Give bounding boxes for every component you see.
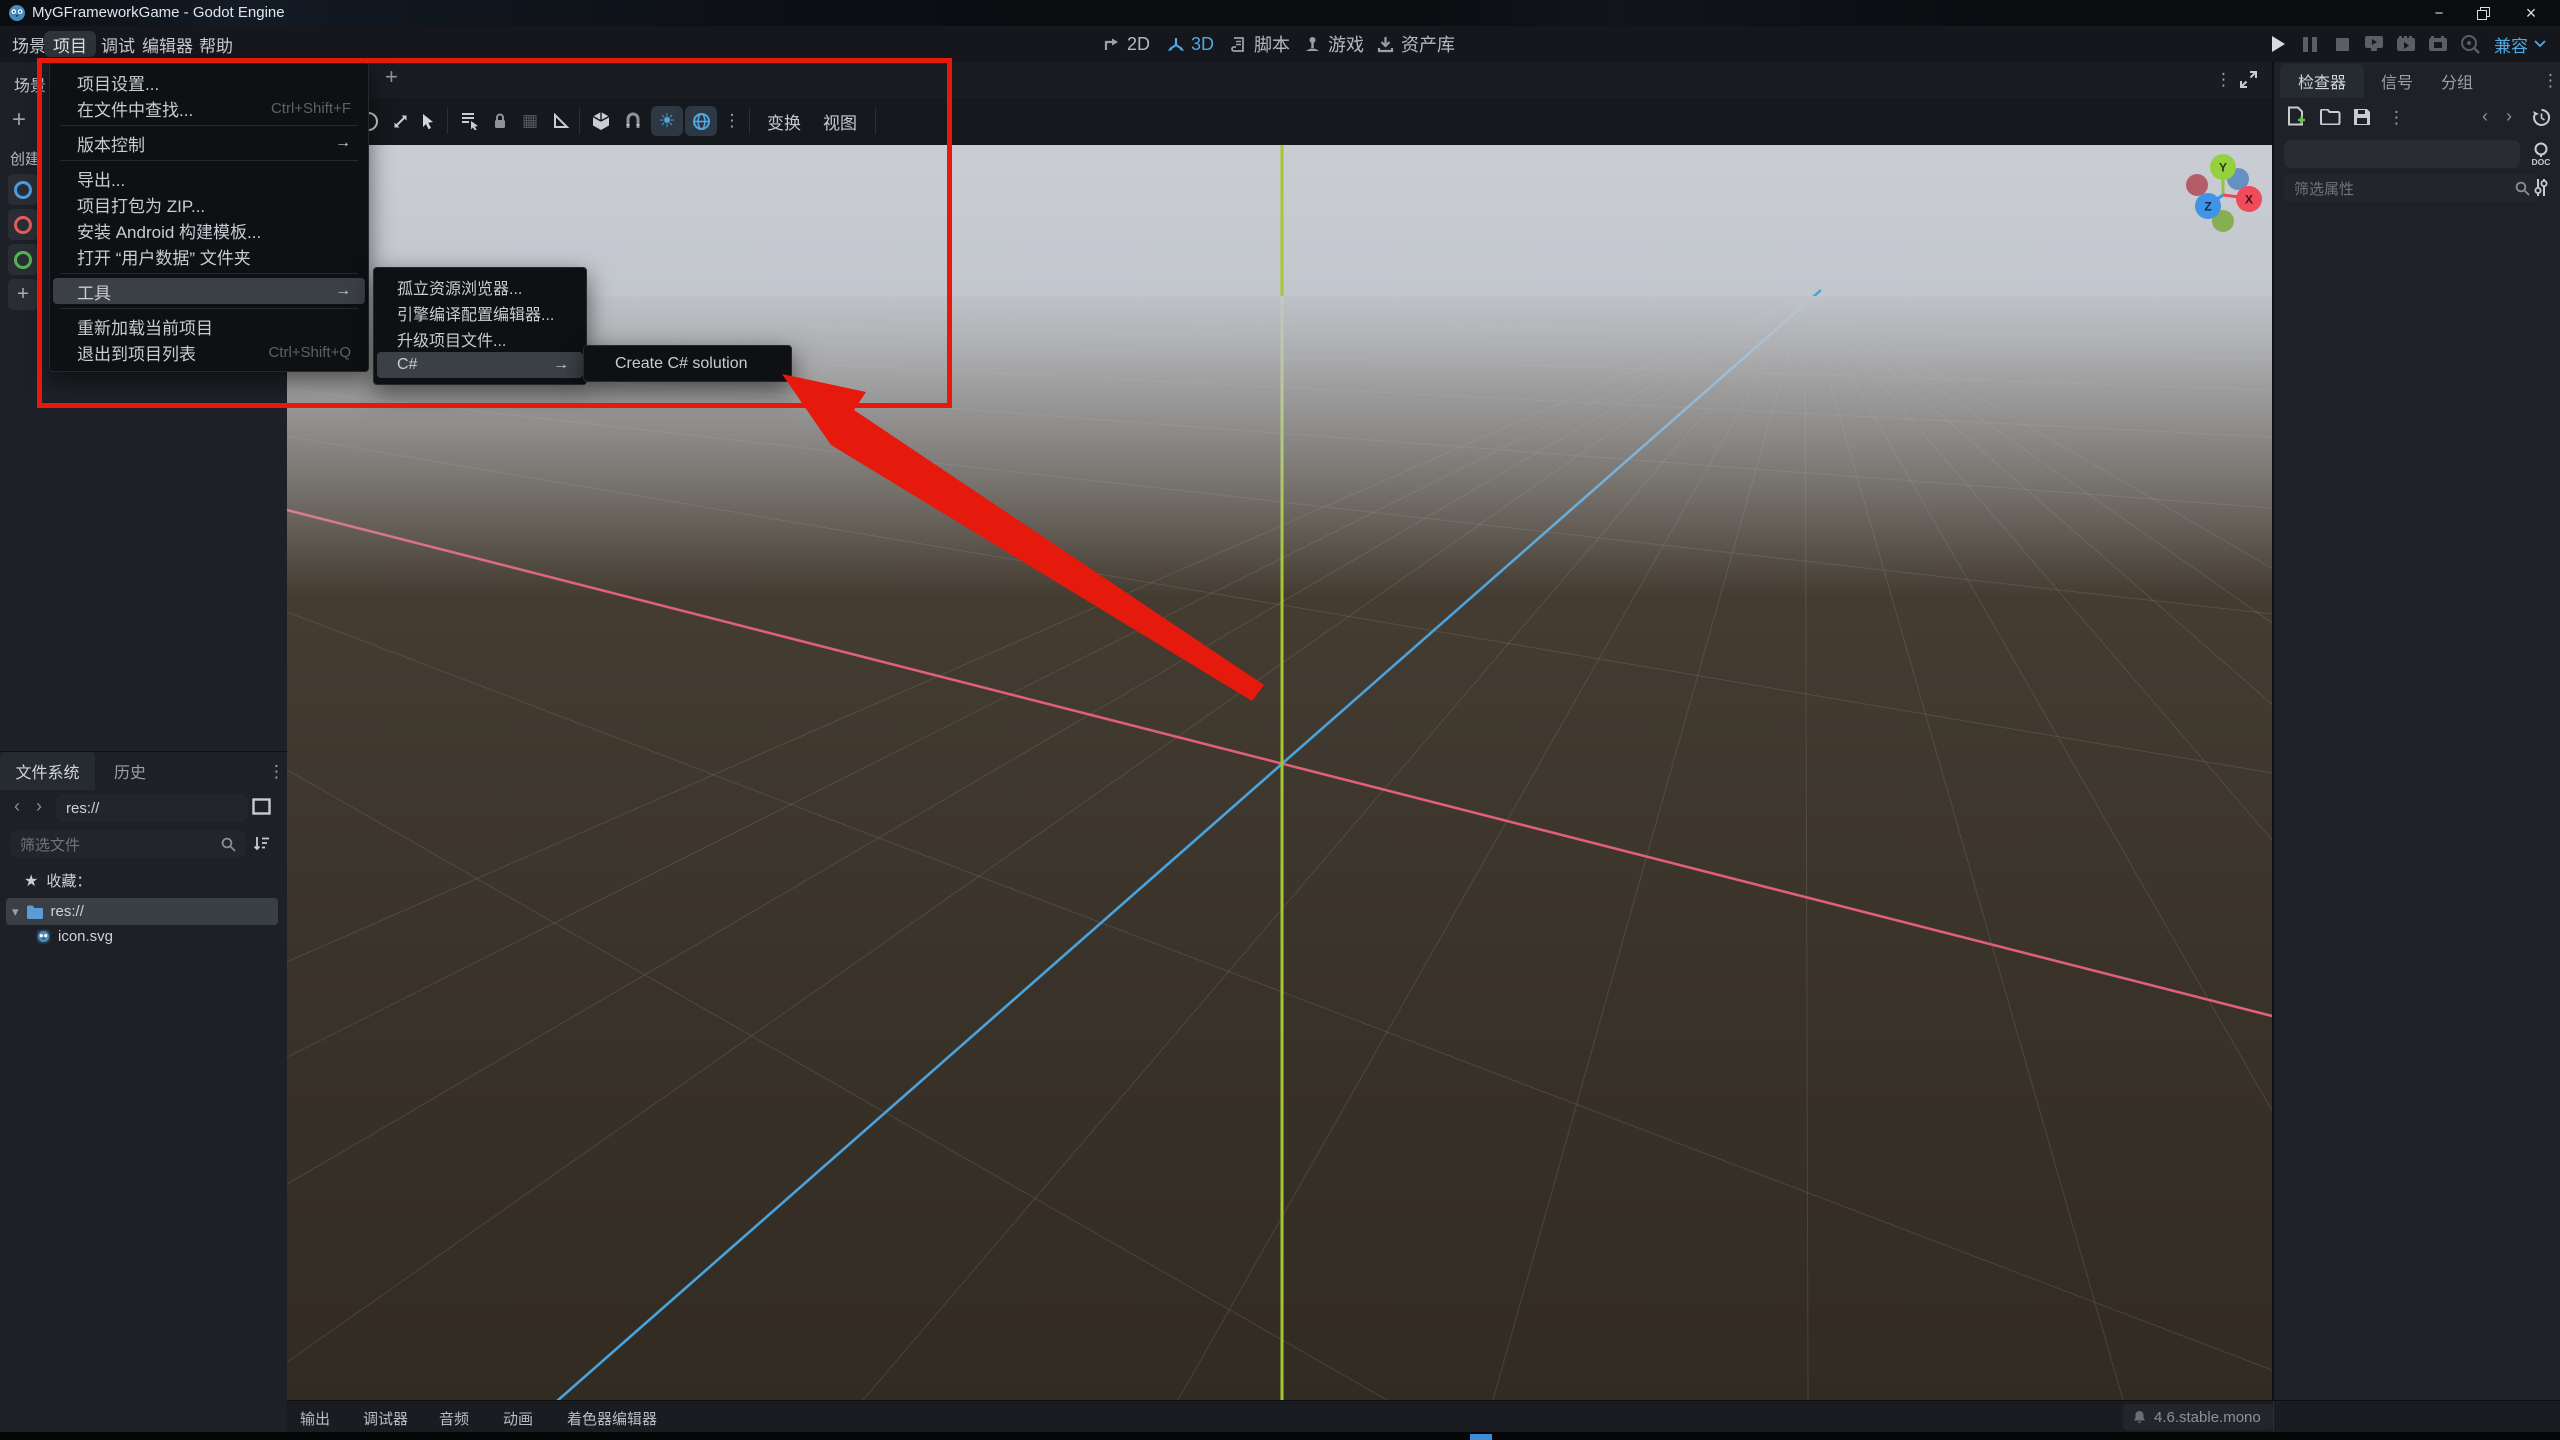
fs-filter-input[interactable]: 筛选文件 (10, 830, 246, 858)
resource-options-icon[interactable]: ⋮ (2388, 108, 2405, 128)
doc-label: DOC (2532, 157, 2551, 166)
chevron-down-icon (2534, 40, 2546, 48)
save-icon[interactable] (2353, 108, 2371, 126)
taskbar-accent (1470, 1434, 1492, 1440)
assetlib-icon (1376, 35, 1395, 54)
expand-viewport-icon[interactable] (2239, 70, 2258, 89)
history-forward-icon[interactable]: › (2506, 106, 2512, 127)
tree-row-res-root[interactable]: ▾ res:// (6, 898, 278, 925)
new-resource-icon[interactable] (2286, 106, 2306, 128)
workspace-game[interactable]: 游戏 (1303, 31, 1364, 57)
version-label: 4.6.stable.mono (2154, 1408, 2261, 1426)
tab-shader-editor[interactable]: 着色器编辑器 (567, 1408, 657, 1429)
inspector-menu-icon[interactable]: ⋮ (2542, 71, 2559, 91)
tab-debugger[interactable]: 调试器 (363, 1408, 408, 1429)
load-resource-icon[interactable] (2320, 109, 2341, 125)
search-icon (2515, 181, 2530, 196)
filter-tools-icon[interactable] (2532, 178, 2550, 197)
3d-icon (1166, 35, 1185, 54)
bell-icon (2134, 1411, 2145, 1423)
version-badge[interactable]: 4.6.stable.mono (2123, 1404, 2273, 1430)
create-ui-scene-button[interactable] (8, 244, 38, 275)
workspace-2d[interactable]: 2D (1102, 31, 1150, 57)
split-view-icon[interactable] (252, 798, 271, 815)
fs-path-field[interactable]: res:// (56, 794, 248, 822)
inspector-dock: 检查器 信号 分组 ⋮ ⋮ ‹ › DOC 筛选属性 (2272, 62, 2560, 1400)
tab-inspector[interactable]: 检查器 (2280, 64, 2364, 98)
open-docs-icon[interactable]: DOC (2530, 142, 2552, 166)
tab-history[interactable]: 历史 (100, 752, 160, 790)
gizmo-y-label: Y (2219, 161, 2227, 175)
fs-back-button[interactable]: ‹ (14, 796, 20, 817)
expander-icon: ▾ (12, 903, 19, 919)
create-2d-scene-button[interactable] (8, 174, 38, 205)
2d-scene-icon (14, 180, 32, 199)
tab-animation[interactable]: 动画 (503, 1408, 533, 1429)
filesystem-menu-icon[interactable]: ⋮ (268, 762, 285, 782)
gizmo-z-label: Z (2204, 200, 2211, 214)
godot-logo-icon (8, 4, 26, 22)
movie-maker-icon[interactable] (2458, 33, 2482, 55)
annotation-rectangle (37, 58, 952, 408)
minimize-button[interactable]: − (2424, 1, 2454, 25)
create-other-node-button[interactable]: + (8, 279, 38, 310)
add-node-button[interactable]: + (12, 106, 26, 134)
tab-audio[interactable]: 音频 (439, 1408, 469, 1429)
play-button[interactable] (2266, 33, 2290, 55)
history-back-icon[interactable]: ‹ (2482, 106, 2488, 127)
sort-icon[interactable] (253, 834, 271, 852)
menu-project[interactable]: 项目 (44, 31, 96, 57)
workspace-3d[interactable]: 3D (1166, 31, 1214, 57)
resource-name-box[interactable] (2284, 140, 2520, 168)
scene-tabs-menu-icon[interactable]: ⋮ (2215, 70, 2232, 90)
2d-icon (1102, 35, 1121, 54)
tab-signals[interactable]: 信号 (2370, 64, 2424, 98)
game-icon (1303, 35, 1322, 54)
workspace-assetlib[interactable]: 资产库 (1376, 31, 1455, 57)
gizmo-neg-x-ball (2186, 174, 2208, 196)
play-custom-scene-icon[interactable] (2426, 33, 2450, 55)
folder-icon (26, 905, 44, 919)
tree-row-icon-svg[interactable]: icon.svg (36, 928, 113, 945)
3d-scene-icon (14, 215, 32, 234)
restore-button[interactable] (2468, 1, 2498, 25)
ui-scene-icon (14, 250, 32, 269)
bottom-panel-bar: 输出 调试器 音频 动画 着色器编辑器 4.6.stable.mono (287, 1400, 2560, 1433)
tab-groups[interactable]: 分组 (2430, 64, 2484, 98)
create-3d-scene-button[interactable] (8, 209, 38, 240)
star-icon: ★ (24, 872, 39, 890)
renderer-dropdown[interactable]: 兼容 (2494, 31, 2546, 57)
play-scene-icon[interactable] (2394, 33, 2418, 55)
gizmo-x-label: X (2245, 193, 2253, 207)
tab-output[interactable]: 输出 (300, 1408, 330, 1429)
remote-play-icon[interactable] (2362, 33, 2386, 55)
search-icon (221, 837, 236, 852)
object-history-icon[interactable] (2532, 108, 2551, 127)
stop-button[interactable] (2330, 33, 2354, 55)
godot-file-icon (36, 929, 51, 944)
tab-filesystem[interactable]: 文件系统 (0, 752, 95, 790)
pause-button[interactable] (2298, 33, 2322, 55)
workspace-script[interactable]: 脚本 (1230, 31, 1290, 57)
window-title: MyGFrameworkGame - Godot Engine (32, 4, 285, 21)
filesystem-dock: 文件系统 历史 ⋮ ‹ › res:// 筛选文件 ★ 收藏： ▾ res://… (0, 751, 287, 1433)
os-taskbar-strip (0, 1432, 2560, 1440)
create-root-label: 创建 (10, 151, 41, 168)
inspector-filter-input[interactable]: 筛选属性 (2284, 174, 2540, 202)
fs-forward-button[interactable]: › (36, 796, 42, 817)
close-button[interactable]: × (2516, 1, 2546, 25)
favorites-row: ★ 收藏： (24, 872, 92, 891)
menu-help[interactable]: 帮助 (190, 31, 242, 57)
title-bar: MyGFrameworkGame - Godot Engine − × (0, 0, 2560, 26)
script-icon (1230, 35, 1248, 54)
